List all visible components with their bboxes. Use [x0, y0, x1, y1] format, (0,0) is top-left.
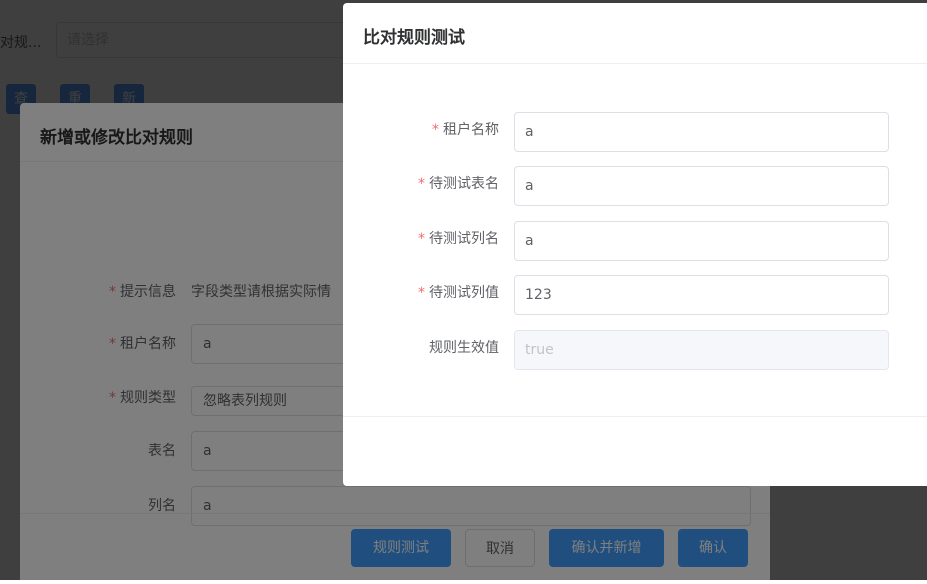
- required-mark: *: [432, 122, 439, 138]
- required-mark: *: [418, 231, 425, 247]
- rule-test-dialog: 比对规则测试 * 租户名称 a * 待测试表名 a * 待测试列名 a * 待测试列值 …: [343, 3, 927, 486]
- test-table-input[interactable]: a: [514, 166, 889, 206]
- test-column-label: * 待测试列名: [418, 231, 499, 247]
- test-value-label: * 待测试列值: [418, 285, 499, 301]
- tenant-label: *租户名称: [432, 122, 499, 138]
- required-mark: *: [418, 285, 425, 301]
- form-row-effective: 规则生效值 true: [343, 330, 927, 370]
- tenant-input[interactable]: a: [514, 112, 889, 152]
- test-value-input[interactable]: 123: [514, 275, 889, 315]
- required-mark: *: [418, 176, 425, 192]
- form-row-test-column: * 待测试列名 a: [343, 221, 927, 261]
- form-row-test-table: * 待测试表名 a: [343, 166, 927, 206]
- dialog-title: 比对规则测试: [363, 28, 465, 48]
- divider: [343, 416, 927, 417]
- form-row-test-value: * 待测试列值 123: [343, 275, 927, 315]
- effective-label: 规则生效值: [429, 340, 499, 356]
- test-table-label: * 待测试表名: [418, 176, 499, 192]
- effective-value-input: true: [514, 330, 889, 370]
- form-row-tenant: *租户名称 a: [343, 112, 927, 152]
- test-column-input[interactable]: a: [514, 221, 889, 261]
- divider: [343, 63, 927, 64]
